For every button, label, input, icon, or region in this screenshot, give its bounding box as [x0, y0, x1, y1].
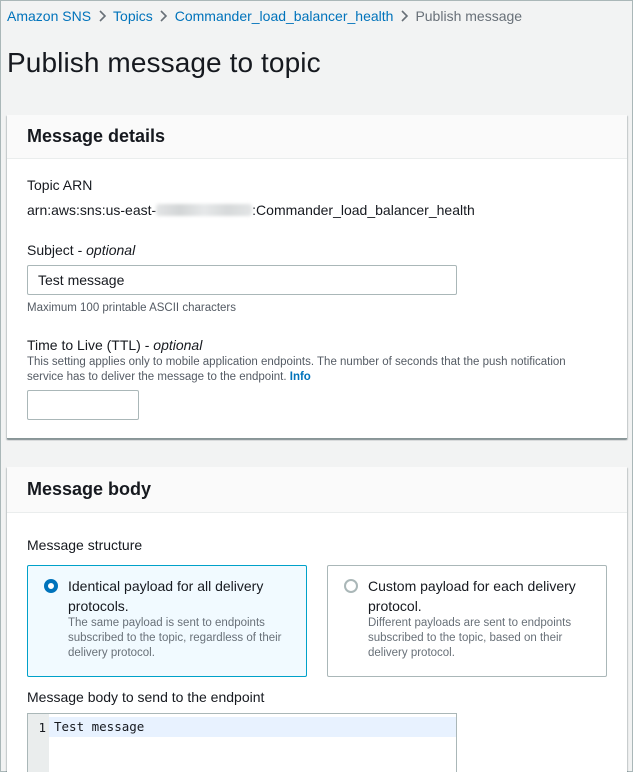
breadcrumb-amazon-sns[interactable]: Amazon SNS: [7, 8, 91, 24]
identical-payload-title: Identical payload for all delivery proto…: [68, 578, 264, 614]
topic-arn-suffix: :Commander_load_balancer_health: [252, 202, 475, 218]
subject-optional: optional: [86, 242, 136, 258]
editor-line[interactable]: Test message: [49, 717, 456, 737]
radio-unchecked-icon[interactable]: [344, 579, 358, 593]
identical-payload-desc: The same payload is sent to endpoints su…: [68, 617, 282, 659]
topic-arn-value: arn:aws:sns:us-east- :Commander_load_bala…: [27, 202, 475, 218]
ttl-optional: optional: [153, 337, 203, 353]
chevron-right-icon: [153, 8, 175, 24]
subject-input[interactable]: [27, 265, 457, 295]
custom-payload-title: Custom payload for each delivery protoco…: [368, 578, 576, 614]
message-body-label: Message body to send to the endpoint: [27, 689, 265, 705]
editor-line-number: 1: [38, 720, 46, 735]
message-body-panel: Message body Message structure Identical…: [7, 467, 627, 772]
breadcrumb-current: Publish message: [415, 8, 523, 24]
ttl-label-text: Time to Live (TTL) -: [27, 337, 154, 353]
ttl-info-link[interactable]: Info: [290, 371, 311, 383]
chevron-right-icon: [91, 8, 113, 24]
breadcrumb-topic-name[interactable]: Commander_load_balancer_health: [175, 8, 394, 24]
message-body-editor[interactable]: 1 Test message: [27, 713, 457, 772]
custom-payload-desc: Different payloads are sent to endpoints…: [368, 617, 572, 659]
subject-label: Subject - optional: [27, 242, 135, 258]
redacted-account-id: [156, 204, 253, 216]
subject-hint: Maximum 100 printable ASCII characters: [27, 302, 237, 314]
page-title: Publish message to topic: [7, 47, 321, 78]
ttl-input[interactable]: [27, 390, 139, 420]
chevron-right-icon: [393, 8, 415, 24]
section-divider: [7, 438, 627, 439]
message-body-header: Message body: [7, 467, 627, 513]
custom-payload-option[interactable]: Custom payload for each delivery protoco…: [327, 565, 607, 677]
breadcrumb: Amazon SNS Topics Commander_load_balance…: [7, 7, 522, 25]
message-details-panel: Message details Topic ARN arn:aws:sns:us…: [7, 115, 627, 439]
identical-payload-option[interactable]: Identical payload for all delivery proto…: [27, 565, 307, 677]
message-details-header: Message details: [7, 115, 627, 159]
subject-label-text: Subject -: [27, 242, 87, 258]
breadcrumb-topics[interactable]: Topics: [113, 8, 153, 24]
ttl-description: This setting applies only to mobile appl…: [27, 355, 567, 385]
radio-checked-icon[interactable]: [44, 579, 58, 593]
message-structure-label: Message structure: [27, 537, 143, 553]
ttl-label: Time to Live (TTL) - optional: [27, 337, 202, 353]
topic-arn-label: Topic ARN: [27, 177, 93, 193]
topic-arn-prefix: arn:aws:sns:us-east-: [27, 202, 157, 218]
